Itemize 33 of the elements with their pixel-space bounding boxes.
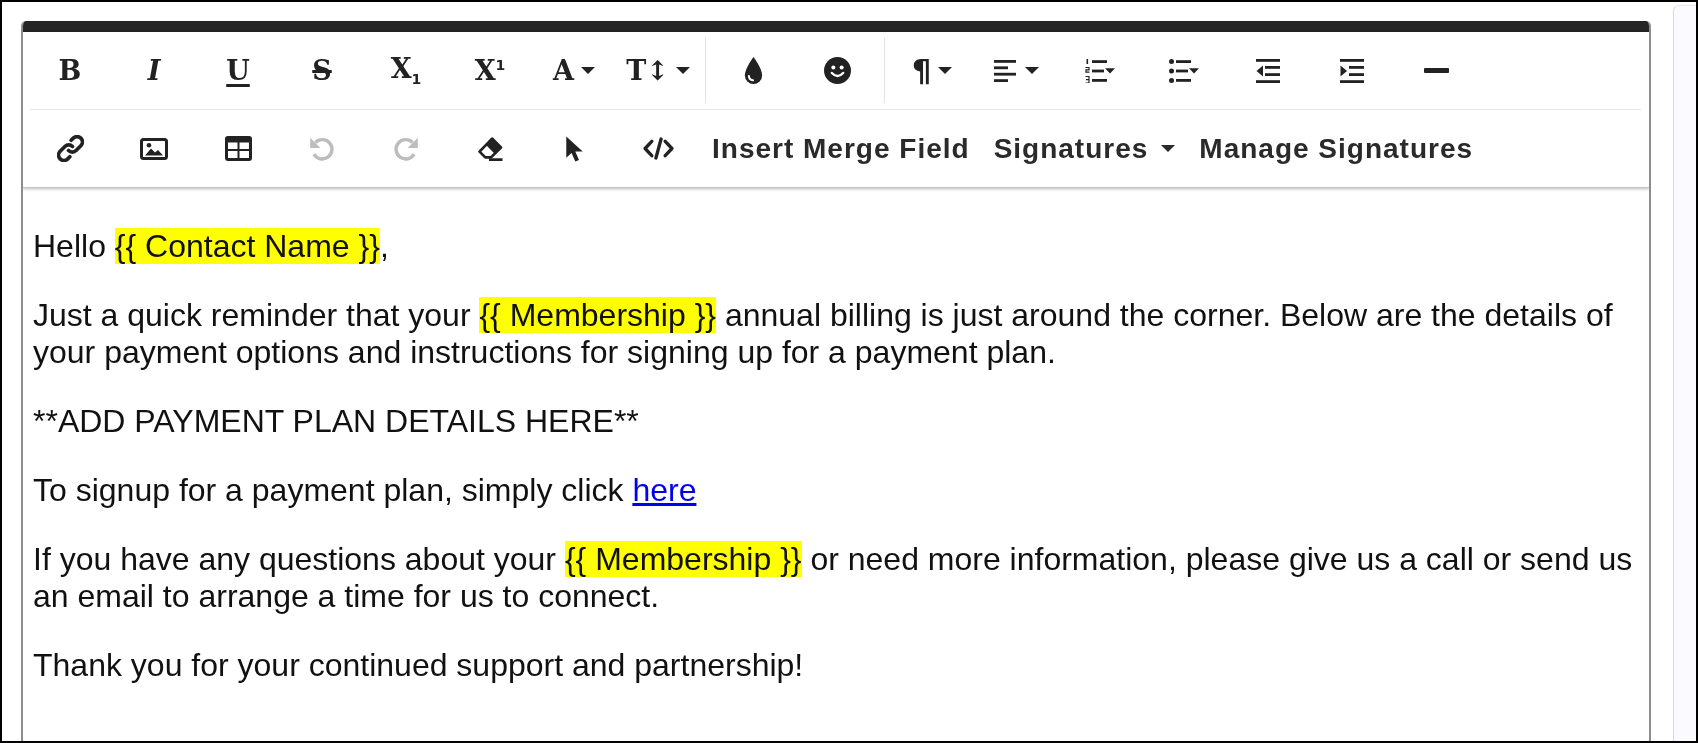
paragraph-button[interactable]: ¶ [890, 38, 974, 103]
cursor-icon [564, 135, 584, 162]
undo-icon [309, 135, 335, 162]
align-left-icon [993, 59, 1018, 82]
strikethrough-button[interactable]: S [280, 38, 364, 103]
insert-merge-field-button[interactable]: Insert Merge Field [700, 116, 982, 181]
paragraph: Just a quick reminder that your {{ Membership }} annual billing is just around the corner. Below are the details of your payment options and instructions for signing up for a payment plan. [33, 297, 1614, 371]
italic-button[interactable]: I [112, 38, 196, 103]
numbered-list-icon [1085, 58, 1115, 83]
droplet-icon [743, 57, 763, 84]
code-icon [642, 137, 674, 160]
outdent-icon [1256, 58, 1280, 83]
indent-icon [1340, 58, 1364, 83]
eraser-icon [476, 136, 504, 161]
redo-icon [393, 135, 419, 162]
paragraph: **ADD PAYMENT PLAN DETAILS HERE** [33, 403, 640, 440]
bulleted-list-icon [1169, 58, 1199, 83]
text-link[interactable]: here [632, 472, 697, 508]
image-icon [140, 137, 168, 160]
smiley-icon [823, 57, 851, 84]
paragraph: If you have any questions about your {{ Membership }} or need more information, please give us a call or send us an email to arrange a time for us to connect. [33, 541, 1634, 615]
bold-button[interactable]: B [28, 38, 112, 103]
subscript-button[interactable]: X$_{1}$ [364, 38, 448, 103]
table-icon [224, 136, 252, 161]
paragraph: Thank you for your continued support and partnership! [33, 647, 805, 684]
manage-signatures-button[interactable]: Manage Signatures [1187, 116, 1486, 181]
link-icon [56, 135, 84, 162]
paragraph: To signup for a payment plan, simply click here [33, 472, 698, 509]
underline-button[interactable]: U [196, 38, 280, 103]
font-size-button[interactable]: T↕ [616, 38, 700, 103]
signatures-button[interactable]: Signatures [981, 116, 1188, 181]
font-button[interactable]: A [532, 38, 616, 103]
superscript-button[interactable]: X$^{1}$ [448, 38, 532, 103]
